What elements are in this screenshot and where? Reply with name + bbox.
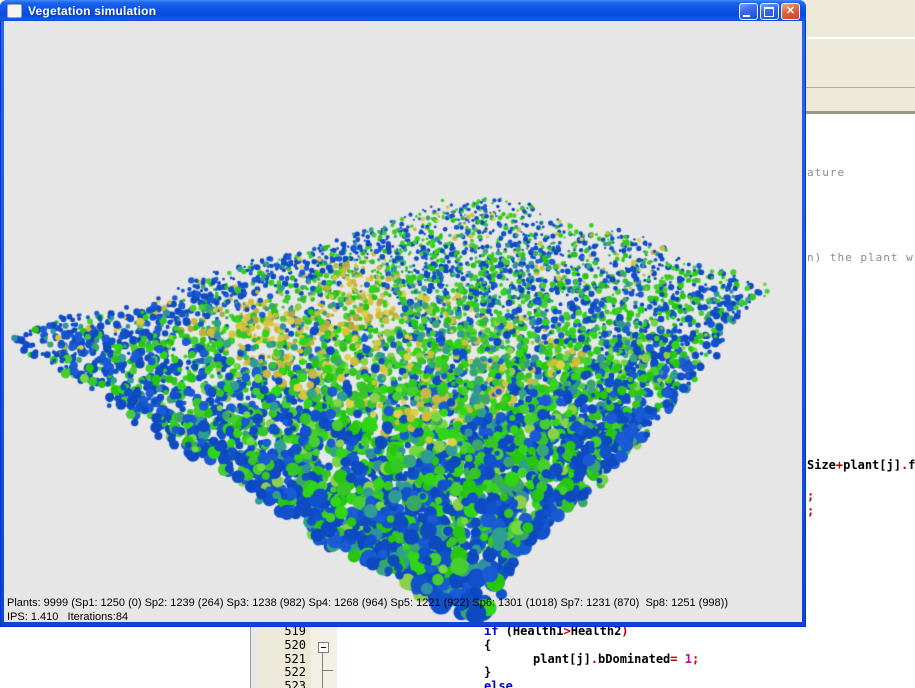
line-number: 523 [258,679,306,688]
performance-status-text: IPS: 1.410 Iterations:84 [7,611,128,622]
line-number: 522 [258,665,306,679]
vegetation-simulation-window: Vegetation simulation ✕ Plants: 9999 (Sp… [0,0,806,627]
editor-fold-margin [311,627,337,688]
window-icon[interactable] [7,4,22,18]
background-code-comment: n) the plant wi [807,251,915,264]
code-token: bDominated [598,652,670,666]
fold-line [322,649,323,688]
window-title: Vegetation simulation [28,4,156,18]
code-token: (Health1 [498,627,563,638]
code-token: 1 [685,652,692,666]
code-line: } [484,665,491,679]
background-code-line: ; [807,504,814,518]
code-token: = [670,652,677,666]
close-icon: ✕ [782,4,799,19]
minimize-icon [743,15,750,17]
code-token: ; [807,504,814,518]
minimize-button[interactable] [739,3,758,20]
line-number: 521 [258,652,306,666]
code-token: plant[j] [533,652,591,666]
code-token: Health2 [571,627,622,638]
code-token: ature [807,166,845,179]
maximize-button[interactable] [760,3,779,20]
simulation-canvas [4,21,802,622]
code-line: else [484,679,513,688]
code-token: ; [692,652,699,666]
close-button[interactable]: ✕ [781,3,800,20]
bottom-code-editor: 519520521522523 if (Health1>Health2){pla… [0,627,915,688]
code-line: if (Health1>Health2) [484,627,629,638]
code-line: { [484,638,491,652]
maximize-icon [764,7,774,17]
code-token: ) [621,627,628,638]
code-token [678,652,685,666]
fold-tick [322,670,333,671]
code-token: } [484,665,491,679]
simulation-viewport: Plants: 9999 (Sp1: 1250 (0) Sp2: 1239 (2… [4,21,802,622]
line-number: 520 [258,638,306,652]
line-number: 519 [258,627,306,638]
code-token: . [591,652,598,666]
code-token: ; [807,489,814,503]
window-titlebar[interactable]: Vegetation simulation ✕ [0,0,806,21]
code-token: else [484,679,513,688]
plants-status-text: Plants: 9999 (Sp1: 1250 (0) Sp2: 1239 (2… [7,597,728,609]
background-code-comment: ature [807,166,845,179]
fold-toggle[interactable] [318,642,329,653]
code-token: plant[j] [843,458,901,472]
code-token: n) the plant wi [807,251,915,264]
code-token: Size [807,458,836,472]
code-token: if [484,627,498,638]
right-editor-pane: ature n) the plant wi Size+plant[j].f;; [806,0,915,688]
code-line: plant[j].bDominated= 1; [533,652,699,666]
background-code-line: ; [807,489,814,503]
background-code-line: Size+plant[j].f [807,458,915,472]
code-token: > [563,627,570,638]
code-token: { [484,638,491,652]
code-token: f [908,458,915,472]
